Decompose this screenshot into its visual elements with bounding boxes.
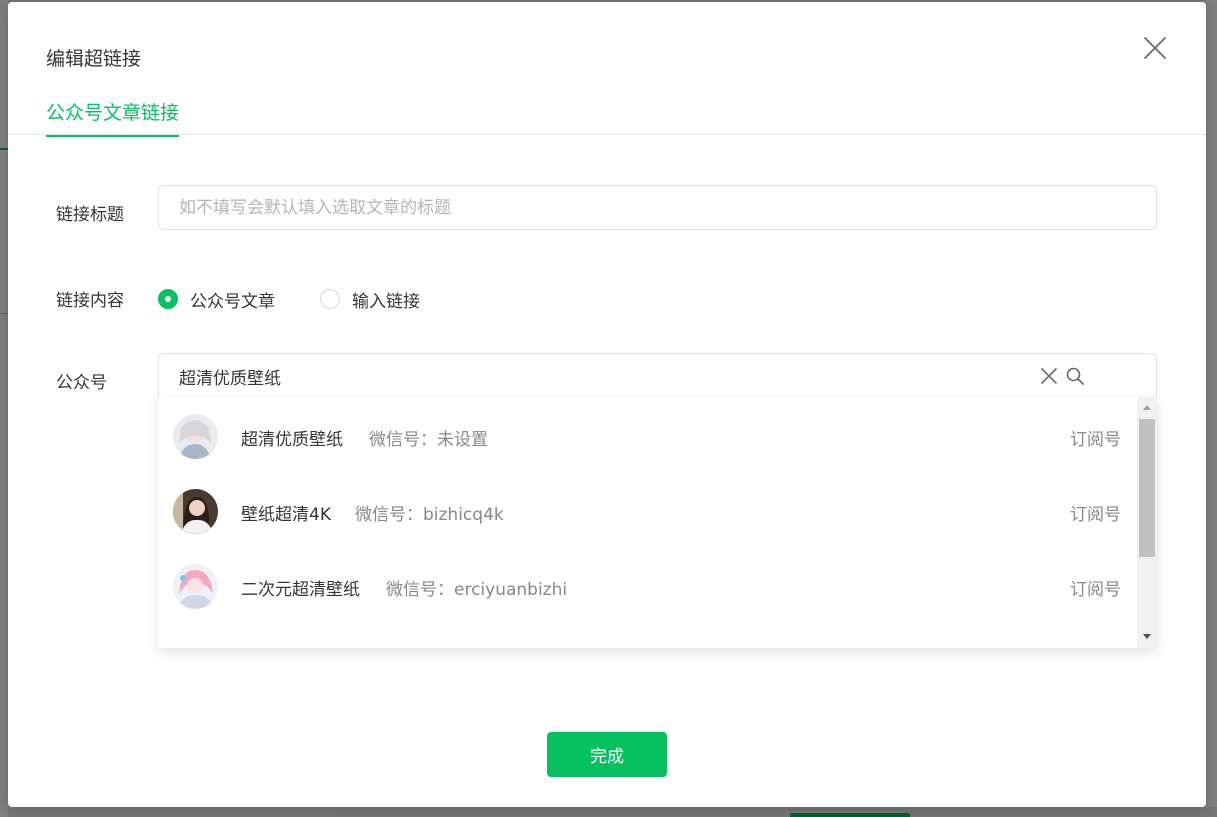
radio-official-article[interactable]: 公众号文章 <box>158 288 275 312</box>
account-search-input[interactable] <box>159 354 1029 398</box>
link-content-label: 链接内容 <box>56 291 124 311</box>
account-type: 订阅号 <box>1070 430 1121 450</box>
account-name: 壁纸超清4K <box>241 505 331 525</box>
account-label: 公众号 <box>56 373 107 393</box>
wechat-id: 微信号：未设置 <box>369 430 488 450</box>
wechat-id: 微信号：erciyuanbizhi <box>386 580 568 600</box>
close-icon <box>1144 37 1166 59</box>
radio-unchecked-icon <box>320 289 340 309</box>
account-name: 超清优质壁纸 <box>241 430 343 450</box>
account-type: 订阅号 <box>1070 505 1121 525</box>
list-item[interactable]: 壁纸超清4K 微信号：bizhicq4k 订阅号 <box>158 474 1137 549</box>
edit-hyperlink-dialog: 编辑超链接 公众号文章链接 链接标题 链接内容 公众号文章 输入链接 公众号 <box>8 2 1206 807</box>
list-item[interactable]: 超清优质壁纸 微信号：未设置 订阅号 <box>158 399 1137 474</box>
account-results-dropdown: 超清优质壁纸 微信号：未设置 订阅号 壁纸超清4K 微信号：bizhicq4k … <box>158 397 1157 648</box>
radio-input-link[interactable]: 输入链接 <box>320 288 420 312</box>
avatar <box>173 414 218 459</box>
dialog-title: 编辑超链接 <box>46 48 142 70</box>
account-name: 二次元超清壁纸 <box>241 580 360 600</box>
tab-bar: 公众号文章链接 <box>8 90 1206 137</box>
account-search-box <box>158 353 1157 398</box>
tab-article-link[interactable]: 公众号文章链接 <box>46 98 180 137</box>
clear-icon[interactable] <box>1040 367 1058 385</box>
search-icon[interactable] <box>1065 366 1085 386</box>
scroll-down-arrow-icon[interactable] <box>1143 634 1151 639</box>
avatar <box>173 564 218 609</box>
close-button[interactable] <box>1142 35 1168 61</box>
avatar <box>173 489 218 534</box>
link-title-label: 链接标题 <box>56 205 124 225</box>
results-list: 超清优质壁纸 微信号：未设置 订阅号 壁纸超清4K 微信号：bizhicq4k … <box>158 397 1137 648</box>
radio-checked-icon <box>158 289 178 309</box>
wechat-id: 微信号：bizhicq4k <box>355 505 504 525</box>
scroll-thumb[interactable] <box>1139 419 1155 557</box>
radio-label: 公众号文章 <box>190 291 275 312</box>
radio-label: 输入链接 <box>352 291 420 312</box>
account-type: 订阅号 <box>1070 580 1121 600</box>
scroll-up-arrow-icon[interactable] <box>1143 405 1151 410</box>
dropdown-scrollbar[interactable] <box>1137 397 1157 648</box>
done-button[interactable]: 完成 <box>547 732 667 777</box>
link-title-input[interactable] <box>158 185 1157 230</box>
list-item[interactable]: 二次元超清壁纸 微信号：erciyuanbizhi 订阅号 <box>158 549 1137 624</box>
